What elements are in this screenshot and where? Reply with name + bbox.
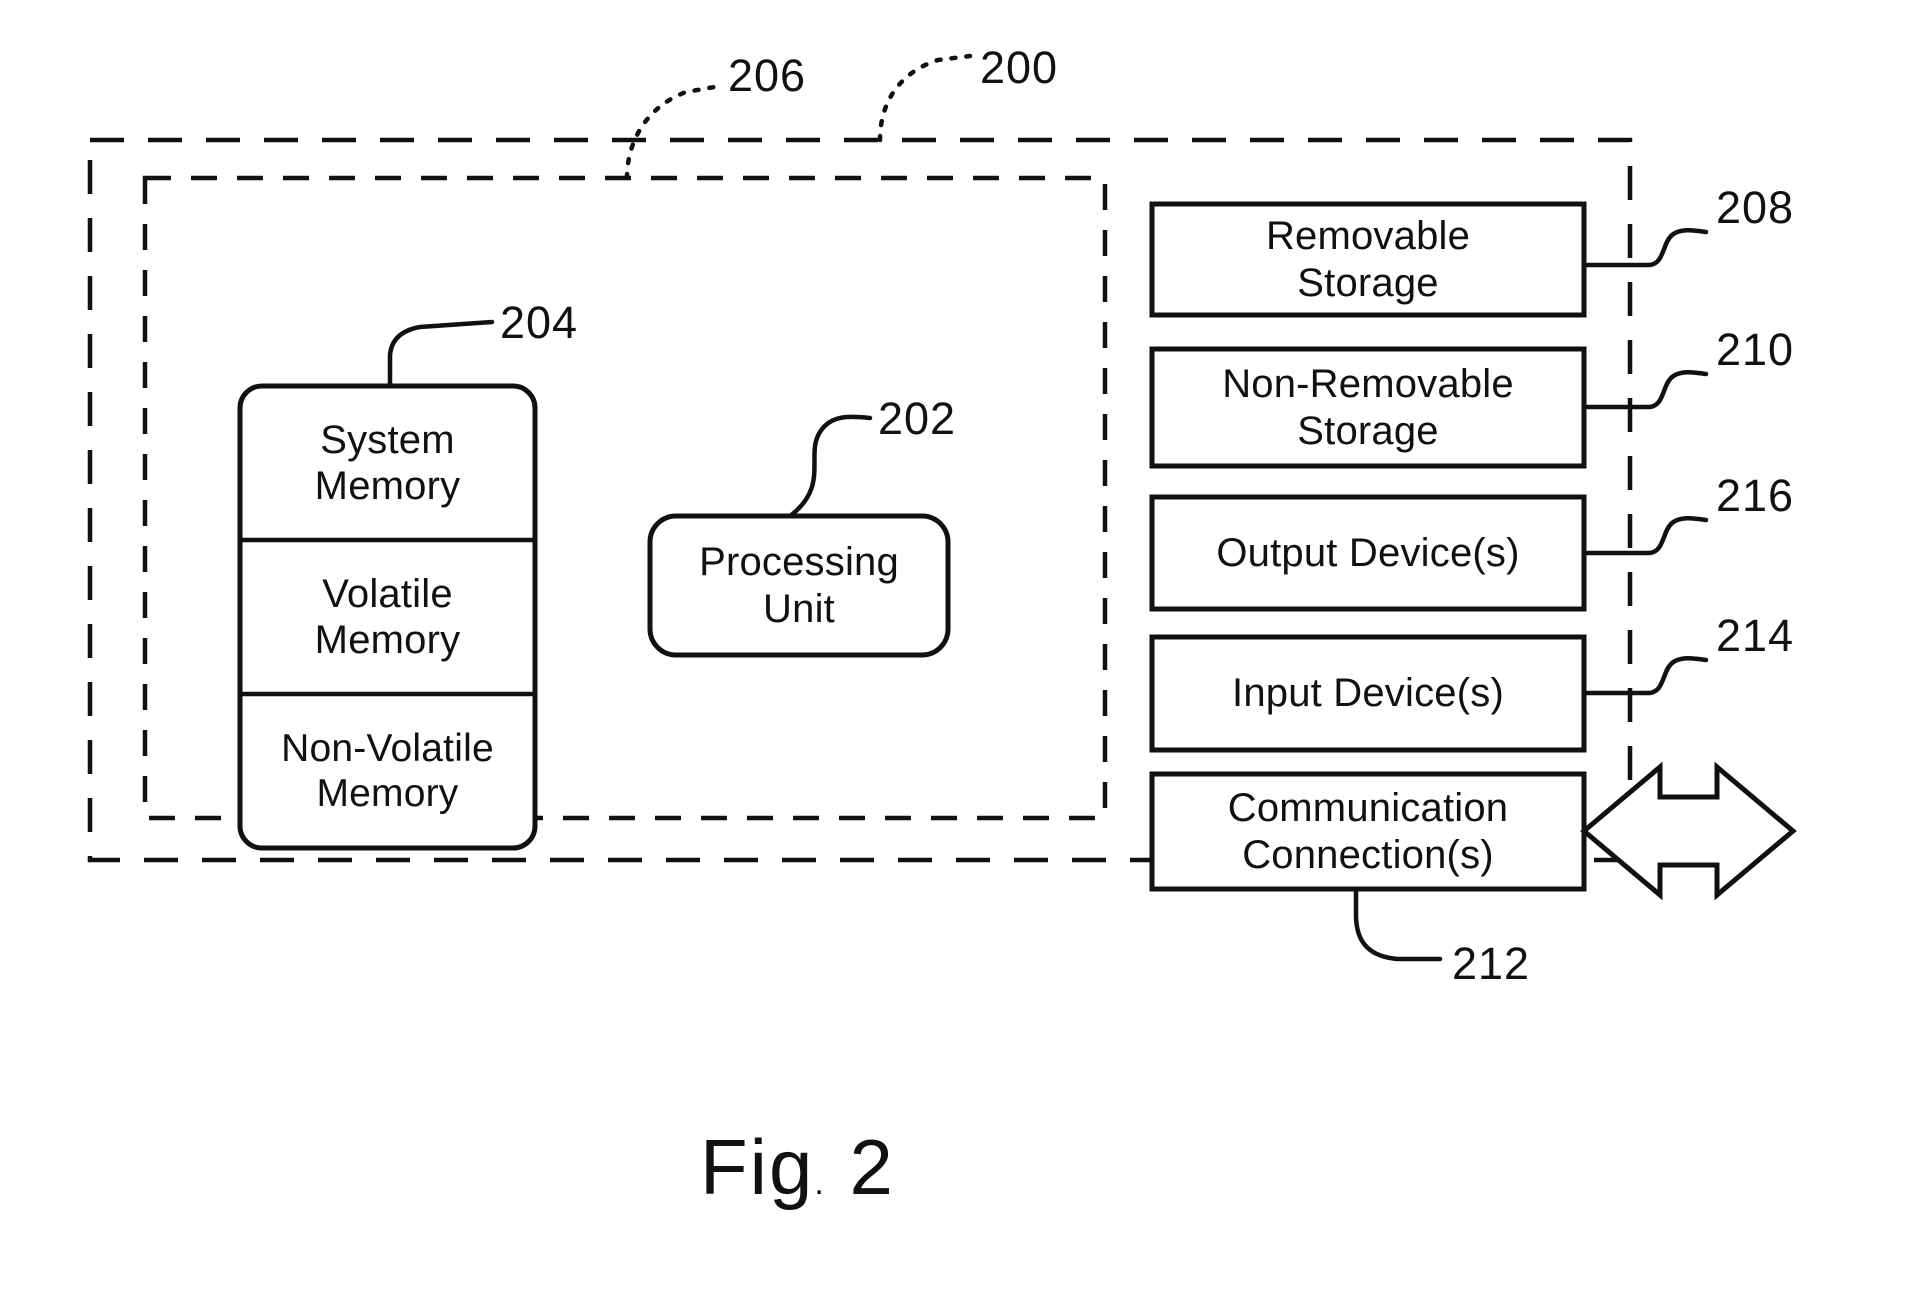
system-memory-outline xyxy=(237,383,538,851)
reference-numeral-204: 204 xyxy=(500,297,579,348)
non-removable-storage-outline xyxy=(1149,346,1587,469)
input-devices-outline xyxy=(1149,634,1587,753)
leader-line-200 xyxy=(877,53,973,143)
reference-numeral-216: 216 xyxy=(1716,470,1795,521)
right-blocks-group xyxy=(1149,201,1587,892)
figure-page: System Memory Volatile Memory Non-Volati… xyxy=(0,0,1923,1299)
leader-line-202 xyxy=(787,414,873,519)
leader-line-208 xyxy=(1581,228,1709,268)
system-memory-group xyxy=(237,319,538,851)
reference-numeral-206: 206 xyxy=(728,50,807,101)
communication-connections-outline xyxy=(1149,771,1587,892)
leader-line-206 xyxy=(624,83,723,181)
figure-caption-separator: . xyxy=(814,1164,826,1202)
processing-unit-group xyxy=(647,414,951,658)
reference-numeral-200: 200 xyxy=(980,42,1059,93)
reference-numeral-208: 208 xyxy=(1716,182,1795,233)
leader-line-210 xyxy=(1581,370,1709,410)
leader-line-212 xyxy=(1353,886,1443,962)
reference-numeral-212: 212 xyxy=(1452,938,1531,989)
diagram-svg-layer xyxy=(87,53,1797,962)
leader-line-204 xyxy=(387,319,495,389)
removable-storage-outline xyxy=(1149,201,1587,318)
leader-line-214 xyxy=(1581,656,1709,696)
output-devices-outline xyxy=(1149,494,1587,612)
processing-unit-outline xyxy=(647,513,951,658)
figure-caption: Fig. 2 xyxy=(700,1122,895,1213)
leader-line-216 xyxy=(1581,516,1709,556)
reference-numeral-210: 210 xyxy=(1716,324,1795,375)
reference-numeral-202: 202 xyxy=(878,393,957,444)
figure-caption-prefix: Fig xyxy=(700,1123,815,1211)
reference-numeral-214: 214 xyxy=(1716,610,1795,661)
double-headed-arrow-icon xyxy=(1580,761,1797,901)
figure-caption-number: 2 xyxy=(849,1123,895,1211)
